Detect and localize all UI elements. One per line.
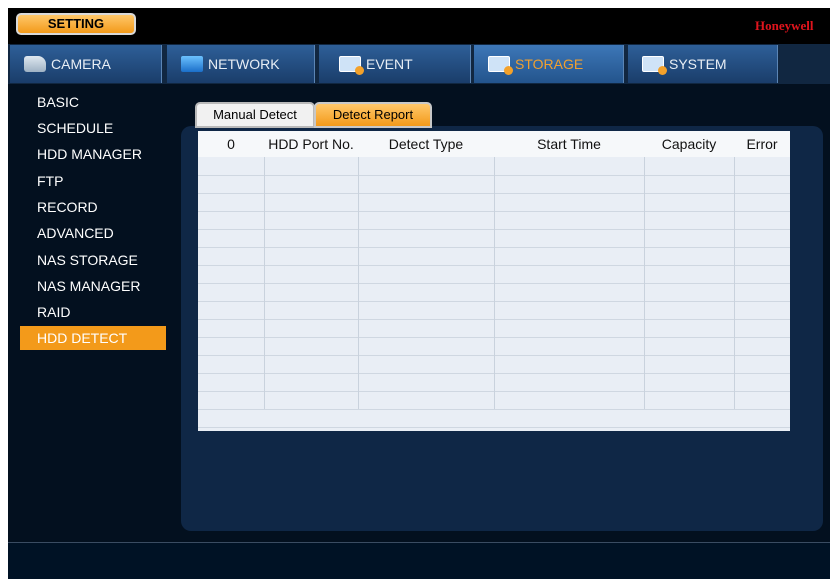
sidebar-item-nas-manager[interactable]: NAS MANAGER — [20, 274, 166, 298]
column-header-capacity[interactable]: Capacity — [644, 131, 734, 157]
sidebar-item-advanced[interactable]: ADVANCED — [20, 221, 166, 245]
column-header-start-time[interactable]: Start Time — [494, 131, 644, 157]
dvr-settings-window: SETTING Honeywell CAMERA NETWORK EVENT S… — [8, 8, 830, 579]
sidebar-item-schedule[interactable]: SCHEDULE — [20, 116, 166, 140]
column-header-index[interactable]: 0 — [198, 131, 264, 157]
tab-label: STORAGE — [515, 56, 584, 72]
subtab-detect-report[interactable]: Detect Report — [314, 102, 432, 128]
sidebar-item-ftp[interactable]: FTP — [20, 169, 166, 193]
sidebar: BASIC SCHEDULE HDD MANAGER FTP RECORD AD… — [8, 84, 178, 536]
storage-icon — [488, 56, 513, 75]
column-divider — [494, 131, 495, 409]
sidebar-item-basic[interactable]: BASIC — [20, 90, 166, 114]
tab-system[interactable]: SYSTEM — [628, 45, 778, 83]
tab-label: EVENT — [366, 56, 413, 72]
tab-storage[interactable]: STORAGE — [474, 45, 624, 83]
sidebar-item-record[interactable]: RECORD — [20, 195, 166, 219]
sidebar-item-raid[interactable]: RAID — [20, 300, 166, 324]
event-icon — [339, 56, 364, 75]
tab-camera[interactable]: CAMERA — [10, 45, 162, 83]
setting-button[interactable]: SETTING — [16, 13, 136, 35]
system-icon — [642, 56, 667, 75]
tab-label: NETWORK — [208, 56, 280, 72]
tab-event[interactable]: EVENT — [319, 45, 471, 83]
main-tabs: CAMERA NETWORK EVENT STORAGE SYSTEM — [8, 44, 830, 84]
column-header-error[interactable]: Error — [734, 131, 790, 157]
column-divider — [264, 131, 265, 409]
row-divider — [198, 409, 790, 410]
column-divider — [734, 131, 735, 409]
title-bar: SETTING Honeywell — [8, 8, 830, 44]
column-divider — [644, 131, 645, 409]
tab-label: CAMERA — [51, 56, 111, 72]
table-header: 0 HDD Port No. Detect Type Start Time Ca… — [198, 131, 790, 157]
subtab-manual-detect[interactable]: Manual Detect — [195, 102, 315, 128]
column-divider — [358, 131, 359, 409]
column-header-hdd-port[interactable]: HDD Port No. — [264, 131, 358, 157]
tab-network[interactable]: NETWORK — [167, 45, 315, 83]
sidebar-item-hdd-detect[interactable]: HDD DETECT — [20, 326, 166, 350]
sidebar-item-hdd-manager[interactable]: HDD MANAGER — [20, 142, 166, 166]
brand-logo: Honeywell — [755, 18, 814, 33]
row-divider — [198, 427, 790, 428]
status-bar — [8, 542, 830, 579]
detect-report-table: 0 HDD Port No. Detect Type Start Time Ca… — [198, 131, 790, 431]
column-header-detect-type[interactable]: Detect Type — [358, 131, 494, 157]
tab-label: SYSTEM — [669, 56, 727, 72]
network-icon — [181, 56, 203, 72]
camera-icon — [24, 56, 46, 72]
sidebar-item-nas-storage[interactable]: NAS STORAGE — [20, 248, 166, 272]
